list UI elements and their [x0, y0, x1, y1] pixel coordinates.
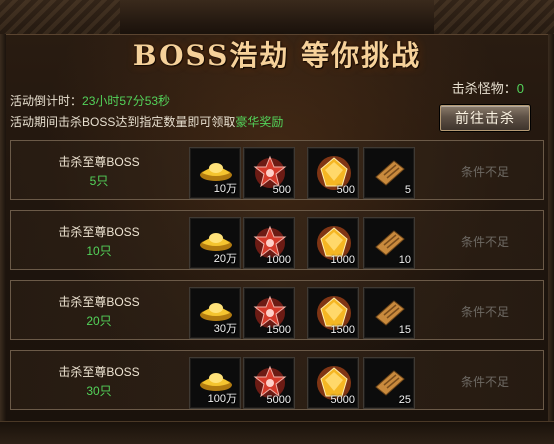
frame-side-right	[548, 34, 554, 444]
reward-qty: 1000	[330, 254, 355, 266]
row-status: 条件不足	[460, 165, 509, 179]
reward-qty: 10万	[213, 183, 237, 195]
reward-qty: 1500	[330, 324, 355, 336]
row-count: 30只	[86, 384, 112, 398]
frame-side-left	[0, 34, 6, 444]
reward-slot-gem[interactable]: 1500	[307, 287, 359, 339]
reward-slot-gem[interactable]: 1000	[307, 217, 359, 269]
description-highlight: 豪华奖励	[235, 115, 284, 129]
top-frame	[0, 0, 554, 35]
reward-qty: 20万	[213, 253, 237, 265]
kill-count-value: 0	[516, 81, 524, 96]
reward-slot-emblem[interactable]: 5000	[243, 357, 295, 409]
row-label: 击杀至尊BOSS	[58, 155, 140, 169]
boss-event-panel: BOSS浩劫 等你挑战 击杀怪物：0 活动倒计时：23小时57分53秒 活动期间…	[0, 0, 554, 444]
reward-slot-gold[interactable]: 100万	[189, 357, 241, 409]
gold-ingot-icon	[200, 303, 232, 321]
countdown-label: 活动倒计时：	[10, 94, 83, 108]
reward-slot-emblem[interactable]: 1500	[243, 287, 295, 339]
reward-slot-emblem[interactable]: 500	[243, 147, 295, 199]
reward-qty: 5000	[266, 394, 291, 406]
bottom-frame	[0, 421, 554, 444]
reward-row: 击杀至尊BOSS 5只 10万 500 500 5 条件不足	[10, 140, 544, 200]
reward-qty: 1500	[266, 324, 291, 336]
reward-qty: 5000	[330, 394, 355, 406]
reward-row: 击杀至尊BOSS 10只 20万 1000 1000 10 条件不足	[10, 210, 544, 270]
reward-qty: 500	[272, 184, 291, 196]
reward-row: 击杀至尊BOSS 30只 100万 5000 5000 25 条件不足	[10, 350, 544, 410]
kill-count: 击杀怪物：0	[452, 78, 524, 97]
frame-ornament-right	[434, 0, 554, 34]
row-count: 5只	[89, 174, 109, 188]
reward-slot-scroll[interactable]: 5	[363, 147, 415, 199]
event-description: 活动期间击杀BOSS达到指定数量即可领取豪华奖励	[10, 113, 283, 130]
description-text: 活动期间击杀BOSS达到指定数量即可领取	[10, 115, 236, 129]
countdown-value: 23小时57分53秒	[82, 94, 171, 108]
reward-qty: 10	[398, 254, 411, 266]
row-status: 条件不足	[460, 375, 509, 389]
reward-slot-gem[interactable]: 500	[307, 147, 359, 199]
go-kill-button[interactable]: 前往击杀	[440, 105, 530, 131]
row-count: 20只	[86, 314, 112, 328]
reward-slot-gem[interactable]: 5000	[307, 357, 359, 409]
frame-ornament-left	[0, 0, 120, 34]
reward-slot-scroll[interactable]: 15	[363, 287, 415, 339]
reward-slot-gold[interactable]: 30万	[189, 287, 241, 339]
row-status: 条件不足	[460, 235, 509, 249]
gold-ingot-icon	[200, 233, 232, 251]
reward-slot-scroll[interactable]: 25	[363, 357, 415, 409]
reward-list: 击杀至尊BOSS 5只 10万 500 500 5 条件不足 击杀至尊BOSS …	[10, 140, 544, 422]
reward-slot-gold[interactable]: 20万	[189, 217, 241, 269]
reward-qty: 30万	[213, 323, 237, 335]
reward-qty: 15	[398, 324, 411, 336]
row-label: 击杀至尊BOSS	[58, 365, 140, 379]
event-title: BOSS浩劫 等你挑战	[132, 39, 422, 72]
countdown: 活动倒计时：23小时57分53秒	[10, 92, 170, 109]
row-label: 击杀至尊BOSS	[58, 225, 140, 239]
reward-qty: 100万	[207, 393, 237, 405]
gold-ingot-icon	[200, 163, 232, 181]
reward-qty: 5	[404, 184, 411, 196]
reward-qty: 1000	[266, 254, 291, 266]
reward-qty: 25	[398, 394, 411, 406]
reward-qty: 500	[336, 184, 355, 196]
reward-slot-emblem[interactable]: 1000	[243, 217, 295, 269]
reward-row: 击杀至尊BOSS 20只 30万 1500 1500 15 条件不足	[10, 280, 544, 340]
reward-slot-gold[interactable]: 10万	[189, 147, 241, 199]
reward-slot-scroll[interactable]: 10	[363, 217, 415, 269]
row-status: 条件不足	[460, 305, 509, 319]
row-label: 击杀至尊BOSS	[58, 295, 140, 309]
row-count: 10只	[86, 244, 112, 258]
kill-count-label: 击杀怪物：	[451, 81, 517, 96]
gold-ingot-icon	[200, 373, 232, 391]
